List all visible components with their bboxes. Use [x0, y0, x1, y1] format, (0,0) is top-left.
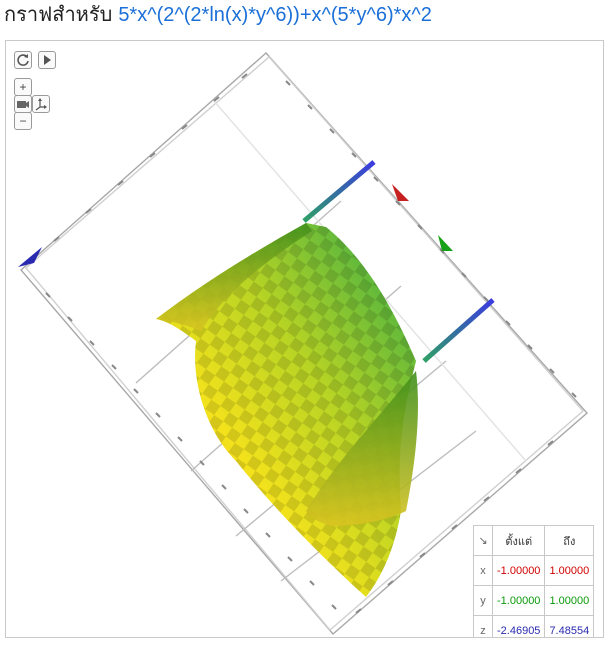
axis-label-x: x [473, 555, 493, 586]
rotate-reset-icon [17, 54, 29, 66]
x-from-value[interactable]: -1.00000 [491, 555, 546, 586]
title-prefix: กราฟสำหรับ [4, 4, 113, 26]
camera-icon [17, 101, 29, 108]
page-title: กราฟสำหรับ 5*x^(2^(2*ln(x)*y^6))+x^(5*y^6… [4, 0, 432, 30]
zoom-in-button[interactable]: + [14, 78, 32, 96]
axis-label-y: y [473, 585, 493, 616]
axes-icon [35, 98, 47, 111]
z-to-value[interactable]: 7.48554 [544, 615, 595, 637]
camera-button[interactable] [14, 95, 32, 113]
range-row-x: x -1.00000 1.00000 [473, 555, 595, 586]
axis-label-z: z [473, 615, 493, 637]
range-row-z: z -2.46905 7.48554 [473, 615, 595, 637]
play-icon [44, 55, 51, 65]
reset-rotation-button[interactable] [14, 51, 32, 69]
x-to-value[interactable]: 1.00000 [544, 555, 595, 586]
function-expression: 5*x^(2^(2*ln(x)*y^6))+x^(5*y^6)*x^2 [118, 4, 432, 26]
range-table: ↘ ตั้งแต่ ถึง x -1.00000 1.00000 y -1.00… [473, 525, 595, 637]
zoom-out-button[interactable]: − [14, 112, 32, 130]
plot-viewer[interactable]: + − ↘ ตั้งแต่ ถึง x -1.00000 1.00000 y -… [5, 40, 604, 638]
surface-mesh [156, 223, 418, 597]
resize-corner-icon[interactable]: ↘ [473, 525, 493, 556]
to-header: ถึง [544, 525, 595, 556]
y-from-value[interactable]: -1.00000 [491, 585, 546, 616]
from-header: ตั้งแต่ [491, 525, 546, 556]
y-to-value[interactable]: 1.00000 [544, 585, 595, 616]
play-rotation-button[interactable] [38, 51, 56, 69]
range-row-y: y -1.00000 1.00000 [473, 585, 595, 616]
axes-toggle-button[interactable] [32, 95, 50, 113]
z-from-value[interactable]: -2.46905 [491, 615, 546, 637]
range-table-header: ↘ ตั้งแต่ ถึง [473, 525, 595, 556]
